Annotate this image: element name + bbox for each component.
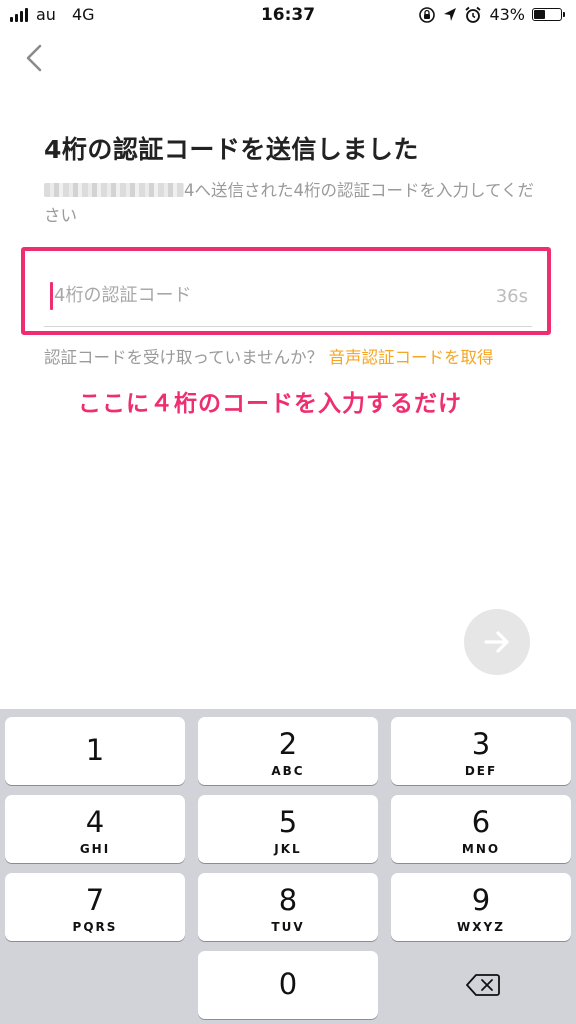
key-8[interactable]: 8 TUV	[198, 873, 378, 941]
delete-key[interactable]	[393, 951, 573, 1019]
key-digit: 3	[471, 727, 491, 761]
key-digit: 4	[85, 805, 105, 839]
next-button[interactable]	[464, 609, 530, 675]
key-3[interactable]: 3 DEF	[391, 717, 571, 785]
arrow-right-icon	[484, 631, 509, 653]
key-letters: TUV	[271, 920, 305, 934]
back-button[interactable]	[18, 38, 54, 78]
key-5[interactable]: 5 JKL	[198, 795, 378, 863]
page-title: 4桁の認証コードを送信しました	[44, 135, 419, 164]
key-letters: ABC	[271, 764, 305, 778]
key-digit: 5	[278, 805, 298, 839]
status-bar: au 4G 16:37 43%	[0, 0, 576, 30]
key-1[interactable]: 1	[5, 717, 185, 785]
chevron-left-icon	[26, 44, 42, 72]
key-letters: WXYZ	[457, 920, 505, 934]
key-digit: 9	[471, 883, 491, 917]
key-letters: DEF	[464, 764, 498, 778]
description: 4へ送信された4桁の認証コードを入力してください	[44, 178, 544, 228]
key-letters: JKL	[274, 842, 302, 856]
key-7[interactable]: 7 PQRS	[5, 873, 185, 941]
key-digit: 1	[85, 733, 105, 767]
resend-prompt: 認証コードを受け取っていませんか？ 音声認証コードを取得	[44, 342, 544, 373]
key-digit: 8	[278, 883, 298, 917]
key-2[interactable]: 2 ABC	[198, 717, 378, 785]
numeric-keypad: 1 2 ABC 3 DEF 4 GHI 5 JKL 6 MNO 7 PQRS 8 TUV 9 W…	[0, 709, 576, 1024]
redacted-phone-number	[44, 183, 184, 197]
resend-text: 認証コードを受け取っていませんか？	[44, 348, 324, 367]
backspace-icon	[466, 974, 500, 996]
code-input-field[interactable]: 36s	[44, 272, 532, 327]
text-caret	[50, 282, 53, 310]
key-letters: GHI	[79, 842, 111, 856]
key-4[interactable]: 4 GHI	[5, 795, 185, 863]
key-6[interactable]: 6 MNO	[391, 795, 571, 863]
location-icon	[444, 7, 457, 21]
annotation-caption: ここに４桁のコードを入力するだけ	[78, 391, 462, 417]
orientation-lock-icon	[419, 6, 436, 23]
key-digit: 6	[471, 805, 491, 839]
key-letters: PQRS	[72, 920, 118, 934]
key-letters: MNO	[461, 842, 501, 856]
code-input[interactable]	[54, 280, 454, 310]
voice-code-link[interactable]: 音声認証コードを取得	[328, 348, 493, 367]
battery-icon	[532, 8, 565, 21]
key-9[interactable]: 9 WXYZ	[391, 873, 571, 941]
key-digit: 2	[278, 727, 298, 761]
key-digit: 0	[278, 967, 298, 1001]
key-digit: 7	[85, 883, 105, 917]
alarm-icon	[465, 6, 482, 23]
battery-percent: 43%	[489, 5, 525, 24]
key-0[interactable]: 0	[198, 951, 378, 1019]
countdown-timer: 36s	[495, 286, 528, 307]
